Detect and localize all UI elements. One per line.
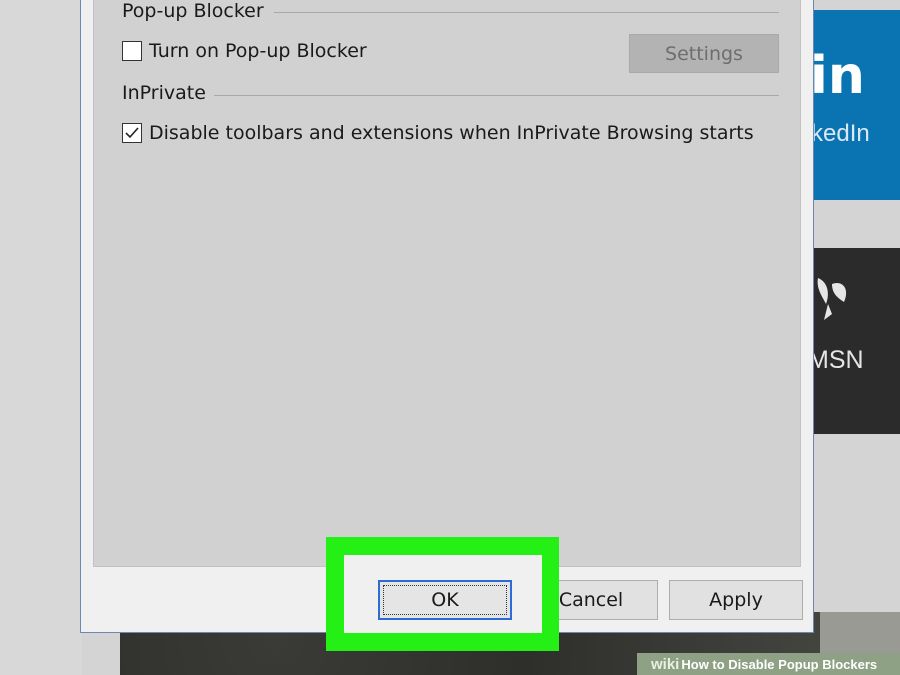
inprivate-group-title: InPrivate [122,82,206,104]
wikihow-watermark: wiki How to Disable Popup Blockers [637,653,900,675]
linkedin-tile-label: kedIn [812,120,870,147]
inprivate-checkbox-row[interactable]: Disable toolbars and extensions when InP… [122,122,754,144]
watermark-brand: wiki [651,655,680,673]
popup-blocker-checkbox[interactable] [122,41,142,61]
popup-blocker-checkbox-row[interactable]: Turn on Pop-up Blocker [122,40,367,62]
inprivate-divider [214,95,779,96]
msn-butterfly-icon [817,278,847,320]
popup-settings-button[interactable]: Settings [629,34,779,73]
inprivate-checkbox[interactable] [122,123,142,143]
popup-blocker-group-title: Pop-up Blocker [122,0,264,22]
linkedin-logo-text: in [812,46,865,106]
ok-button[interactable]: OK [378,580,512,620]
msn-tile[interactable]: MSN [812,248,900,434]
linkedin-tile[interactable]: in kedIn [812,10,900,200]
desktop-background [0,0,82,675]
privacy-tab-panel: Pop-up Blocker Turn on Pop-up Blocker Se… [93,0,801,567]
msn-tile-label: MSN [812,346,864,374]
ok-button-label: OK [431,589,459,611]
apply-button[interactable]: Apply [669,580,803,620]
popup-blocker-divider [274,12,779,13]
watermark-text: How to Disable Popup Blockers [681,656,878,672]
checkmark-icon [125,127,139,139]
popup-blocker-checkbox-label: Turn on Pop-up Blocker [149,40,367,62]
inprivate-checkbox-label: Disable toolbars and extensions when InP… [149,122,754,144]
